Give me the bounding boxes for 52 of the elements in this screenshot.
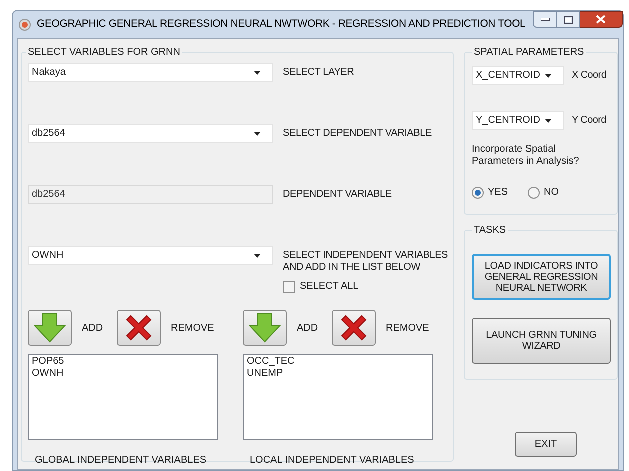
list-caption: GLOBAL INDEPENDENT VARIABLES xyxy=(35,454,208,468)
remove-label: REMOVE xyxy=(386,322,430,336)
dropdown[interactable]: OWNH xyxy=(28,246,273,265)
add-label: ADD xyxy=(297,322,320,336)
list-caption: LOCAL INDEPENDENT VARIABLES xyxy=(250,454,416,468)
radio-button[interactable] xyxy=(472,186,484,198)
radio-label: YES xyxy=(488,186,508,200)
field-label: SELECT LAYER xyxy=(283,67,356,79)
radio-label: NO xyxy=(544,186,560,200)
question-text: Incorporate Spatial Parameters in Analysis? xyxy=(472,144,580,168)
down-arrow-icon xyxy=(34,313,66,343)
list-item[interactable]: UNEMP xyxy=(247,368,432,380)
task-button[interactable]: LOAD INDICATORS INTO GENERAL REGRESSION NEURAL NETWORK xyxy=(472,254,611,300)
list-item[interactable]: POP65 xyxy=(32,356,217,368)
minimize-button[interactable] xyxy=(533,11,557,28)
cross-icon xyxy=(340,314,368,342)
field-label: DEPENDENT VARIABLE xyxy=(283,189,393,201)
maximize-icon xyxy=(564,16,572,24)
app-icon xyxy=(19,18,31,30)
minimize-icon xyxy=(540,18,550,21)
exit-button[interactable]: EXIT xyxy=(515,432,577,457)
checkbox[interactable] xyxy=(283,280,295,292)
window-title: GEOGRAPHIC GENERAL REGRESSION NEURAL NWTWORK - REGRESSION AND PREDICTION TOOL xyxy=(37,16,526,32)
checkbox-label: SELECT ALL xyxy=(300,280,359,294)
task-button[interactable]: LAUNCH GRNN TUNING WIZARD xyxy=(472,318,611,364)
field-label: SELECT DEPENDENT VARIABLE xyxy=(283,128,433,140)
remove-button[interactable] xyxy=(332,310,376,346)
dropdown-arrow-icon xyxy=(545,118,552,122)
remove-button[interactable] xyxy=(117,310,161,346)
list-item[interactable]: OWNH xyxy=(32,368,217,380)
add-label: ADD xyxy=(82,322,104,336)
close-button[interactable] xyxy=(580,11,623,28)
dropdown[interactable]: Nakaya xyxy=(28,63,273,82)
radio-button[interactable] xyxy=(528,186,540,198)
dropdown[interactable]: db2564 xyxy=(28,124,273,143)
add-button[interactable] xyxy=(243,310,287,346)
field-label: Y Coord xyxy=(572,114,606,128)
maximize-button[interactable] xyxy=(557,11,580,28)
list-item[interactable]: OCC_TEC xyxy=(247,356,432,368)
close-icon xyxy=(596,15,606,24)
remove-label: REMOVE xyxy=(171,322,214,336)
dropdown-arrow-icon xyxy=(545,74,552,78)
cross-icon xyxy=(125,314,153,342)
add-button[interactable] xyxy=(28,310,72,346)
dropdown-arrow-icon xyxy=(254,70,261,74)
field-label: SELECT INDEPENDENT VARIABLES AND ADD IN THE LIST BELOW xyxy=(283,250,450,274)
dropdown-arrow-icon xyxy=(254,132,261,136)
dropdown[interactable]: Y_CENTROID xyxy=(472,111,564,130)
field-label: X Coord xyxy=(572,69,607,83)
dropdown[interactable]: X_CENTROID xyxy=(472,66,564,85)
dropdown-arrow-icon xyxy=(254,254,261,258)
down-arrow-icon xyxy=(249,313,281,343)
